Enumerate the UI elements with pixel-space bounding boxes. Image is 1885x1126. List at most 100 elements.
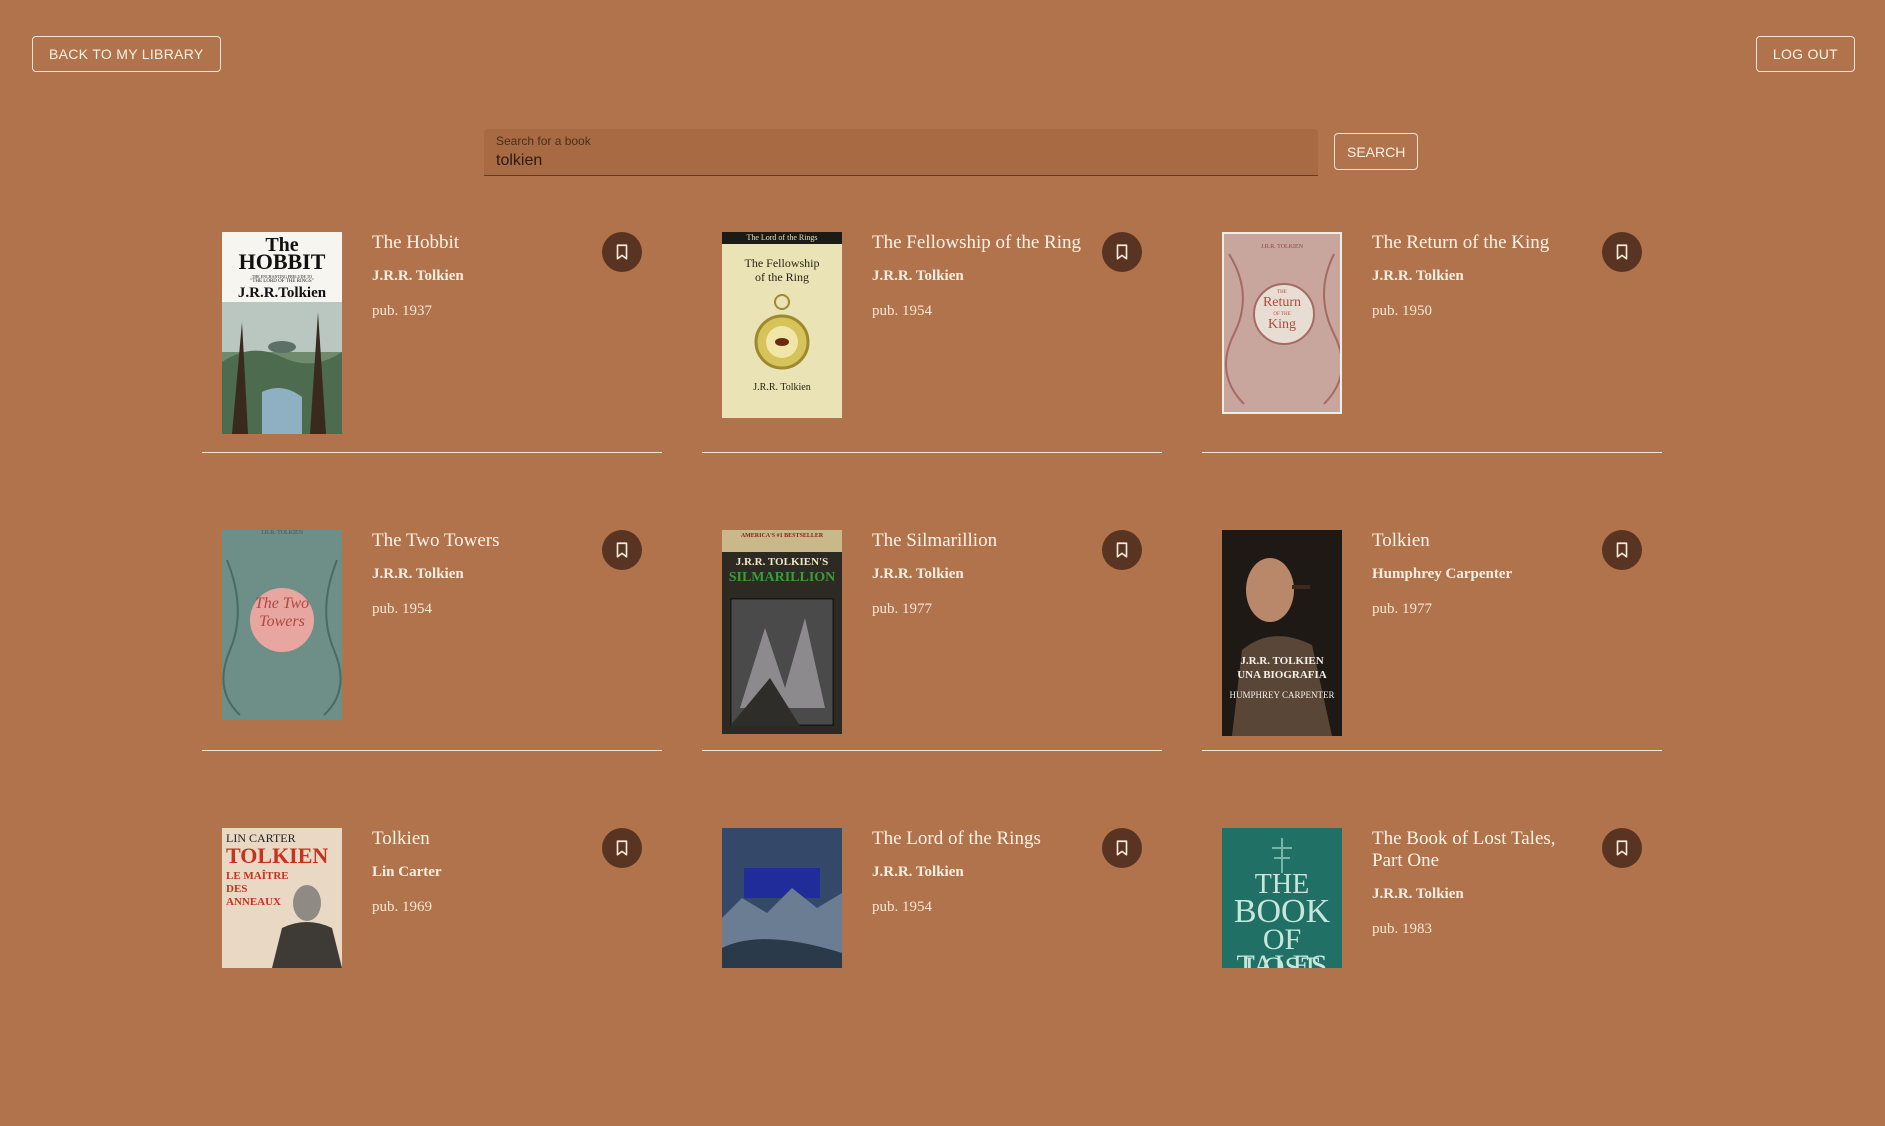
book-title[interactable]: The Silmarillion	[872, 530, 1082, 552]
book-pub-year: pub. 1937	[372, 303, 432, 319]
book-card: J.R.R. TOLKIEN UNA BIOGRAFIA HUMPHREY CA…	[1202, 530, 1662, 828]
cover-text: J.R.R.Tolkien	[237, 285, 327, 301]
book-cover[interactable]: LIN CARTER TOLKIEN LE MAÎTRE DES ANNEAUX	[222, 828, 342, 968]
divider	[202, 750, 662, 751]
cover-text: The Two	[254, 595, 310, 612]
book-info: Tolkien Lin Carter pub. 1969	[372, 828, 582, 916]
book-cover[interactable]: The HOBBIT THE ENCHANTING PRELUDE TO "TH…	[222, 232, 342, 434]
book-cover[interactable]: J.R.R. TOLKIEN UNA BIOGRAFIA HUMPHREY CA…	[1222, 530, 1342, 736]
book-card: LIN CARTER TOLKIEN LE MAÎTRE DES ANNEAUX…	[202, 828, 662, 1126]
book-pub-year: pub. 1954	[872, 899, 932, 915]
book-title[interactable]: The Book of Lost Tales, Part One	[1372, 828, 1582, 872]
bookmark-button[interactable]	[602, 232, 642, 272]
book-author: Humphrey Carpenter	[1372, 566, 1513, 582]
book-card: J.R.R. TOLKIEN THE Return OF THE King Th…	[1202, 232, 1662, 530]
book-title[interactable]: The Return of the King	[1372, 232, 1582, 254]
cover-text: King	[1268, 317, 1296, 332]
ring-emblem	[754, 294, 810, 370]
cover-text: UNA BIOGRAFIA	[1237, 669, 1327, 681]
search-input[interactable]	[496, 152, 1306, 170]
book-cover[interactable]: The Lord of the Rings The Fellowship of …	[722, 232, 842, 418]
bookmark-button[interactable]	[602, 530, 642, 570]
divider	[702, 750, 1162, 751]
divider	[702, 452, 1162, 453]
bookmark-icon	[1116, 244, 1128, 260]
book-pub-year: pub. 1969	[372, 899, 432, 915]
bookmark-button[interactable]	[1602, 530, 1642, 570]
book-author: J.R.R. Tolkien	[372, 566, 464, 582]
divider	[202, 452, 662, 453]
book-pub-year: pub. 1983	[1372, 921, 1432, 937]
cover-illustration	[222, 302, 342, 434]
book-title[interactable]: The Hobbit	[372, 232, 582, 254]
book-pub-year: pub. 1977	[872, 601, 932, 617]
bookmark-icon	[616, 542, 628, 558]
book-info: Tolkien Humphrey Carpenter pub. 1977	[1372, 530, 1582, 618]
book-info: The Two Towers J.R.R. Tolkien pub. 1954	[372, 530, 582, 618]
book-info: The Silmarillion J.R.R. Tolkien pub. 197…	[872, 530, 1082, 618]
bookmark-button[interactable]	[1102, 232, 1142, 272]
cover-text: HUMPHREY CARPENTER	[1229, 690, 1335, 700]
bookmark-button[interactable]	[1102, 530, 1142, 570]
bookmark-icon	[1616, 244, 1628, 260]
cover-text: SILMARILLION	[728, 570, 836, 585]
cover-illustration	[722, 828, 842, 968]
bookmark-button[interactable]	[602, 828, 642, 868]
logout-button[interactable]: LOG OUT	[1755, 36, 1855, 72]
bookmark-button[interactable]	[1602, 232, 1642, 272]
bookmark-button[interactable]	[1602, 828, 1642, 868]
book-title[interactable]: Tolkien	[1372, 530, 1582, 552]
book-info: The Lord of the Rings J.R.R. Tolkien pub…	[872, 828, 1082, 916]
search-label: Search for a book	[496, 134, 591, 148]
book-info: The Book of Lost Tales, Part One J.R.R. …	[1372, 828, 1582, 938]
book-card: The Lord of the Rings J.R.R. Tolkien pub…	[702, 828, 1162, 1126]
book-author: J.R.R. Tolkien	[1372, 268, 1464, 284]
cover-text: J.R.R. TOLKIEN'S	[735, 556, 829, 568]
cover-text: HOBBIT	[238, 249, 326, 274]
book-info: The Hobbit J.R.R. Tolkien pub. 1937	[372, 232, 582, 320]
author-portrait	[1222, 530, 1342, 736]
book-title[interactable]: The Fellowship of the Ring	[872, 232, 1082, 254]
book-author: Lin Carter	[372, 864, 442, 880]
book-cover[interactable]	[722, 828, 842, 968]
book-title[interactable]: The Lord of the Rings	[872, 828, 1082, 850]
cover-text: J.R.R. TOLKIEN	[1240, 655, 1324, 667]
book-card: The HOBBIT THE ENCHANTING PRELUDE TO "TH…	[202, 232, 662, 530]
cover-text: AMERICA'S #1 BESTSELLER	[740, 533, 824, 539]
book-cover[interactable]: AMERICA'S #1 BESTSELLER J.R.R. TOLKIEN'S…	[722, 530, 842, 734]
book-author: J.R.R. Tolkien	[872, 268, 964, 284]
divider	[1202, 750, 1662, 751]
book-cover[interactable]: THE BOOK OF LOST TALES	[1222, 828, 1342, 968]
book-title[interactable]: Tolkien	[372, 828, 582, 850]
book-author: J.R.R. Tolkien	[872, 566, 964, 582]
book-author: J.R.R. Tolkien	[1372, 886, 1464, 902]
cover-text: J.R.R. TOLKIEN	[260, 530, 304, 536]
author-portrait	[272, 885, 342, 968]
search-field[interactable]: Search for a book	[484, 129, 1318, 176]
book-author: J.R.R. Tolkien	[872, 864, 964, 880]
cover-text: J.R.R. Tolkien	[753, 382, 811, 393]
back-to-library-button[interactable]: BACK TO MY LIBRARY	[32, 36, 221, 72]
book-card: J.R.R. TOLKIEN The Two Towers The Two To…	[202, 530, 662, 828]
cover-text: TALES	[1236, 949, 1328, 969]
book-card: THE BOOK OF LOST TALES The Book of Lost …	[1202, 828, 1662, 1126]
cover-text: J.R.R. TOLKIEN	[1260, 244, 1304, 250]
search-button[interactable]: SEARCH	[1334, 133, 1419, 170]
bookmark-button[interactable]	[1102, 828, 1142, 868]
bookmark-icon	[1616, 840, 1628, 856]
book-cover[interactable]: J.R.R. TOLKIEN The Two Towers	[222, 530, 342, 720]
book-cover[interactable]: J.R.R. TOLKIEN THE Return OF THE King	[1222, 232, 1342, 414]
bookmark-icon	[1616, 542, 1628, 558]
bookmark-icon	[1116, 840, 1128, 856]
book-info: The Return of the King J.R.R. Tolkien pu…	[1372, 232, 1582, 320]
book-card: The Lord of the Rings The Fellowship of …	[702, 232, 1162, 530]
cover-text: Return	[1262, 295, 1302, 310]
cover-text: The Lord of the Rings	[746, 233, 818, 242]
cover-text: TOLKIEN	[226, 843, 329, 868]
cover-text: Towers	[259, 613, 305, 630]
book-results-grid: The HOBBIT THE ENCHANTING PRELUDE TO "TH…	[202, 232, 1662, 1126]
cover-text: of the Ring	[755, 270, 809, 284]
book-title[interactable]: The Two Towers	[372, 530, 582, 552]
divider	[1202, 452, 1662, 453]
bookmark-icon	[1116, 542, 1128, 558]
